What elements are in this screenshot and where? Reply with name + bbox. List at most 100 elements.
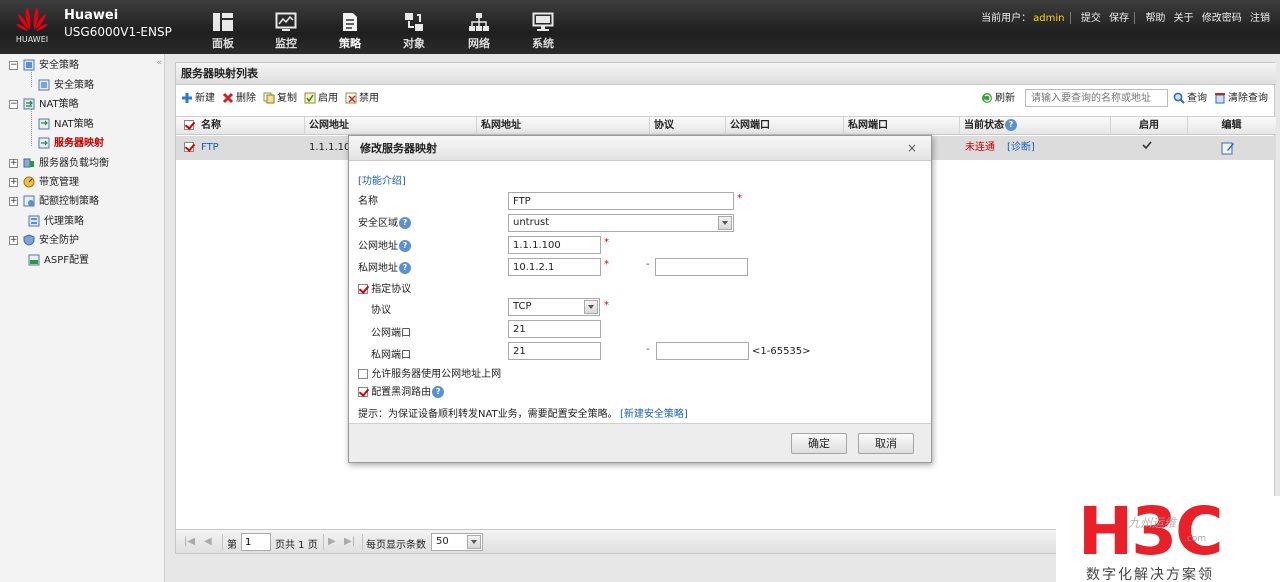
expand-toggle-icon[interactable]: + bbox=[9, 177, 18, 187]
public-port-input[interactable] bbox=[508, 320, 601, 338]
sidebar-item-aspf[interactable]: ASPF配置 bbox=[28, 252, 89, 270]
clear-query-button-label: 清除查询 bbox=[1228, 93, 1268, 104]
sidebar-item-label: ASPF配置 bbox=[44, 255, 89, 266]
specify-protocol-checkbox[interactable] bbox=[358, 284, 368, 294]
search-input[interactable] bbox=[1025, 89, 1168, 107]
new-security-policy-link[interactable]: [新建安全策略] bbox=[620, 405, 688, 420]
sidebar-item-nat-policy[interactable]: − NAT策略 bbox=[9, 96, 79, 114]
next-page-icon[interactable]: ▶ bbox=[328, 536, 336, 547]
name-label: 名称 bbox=[358, 196, 378, 207]
public-address-input[interactable] bbox=[508, 236, 601, 254]
row-name-link[interactable]: FTP bbox=[201, 136, 219, 160]
about-link[interactable]: 关于 bbox=[1174, 13, 1194, 24]
column-header-edit[interactable]: 编辑 bbox=[1187, 117, 1275, 135]
query-button[interactable]: 查询 bbox=[1173, 92, 1207, 106]
name-input[interactable] bbox=[508, 192, 734, 210]
sidebar-item-security-policy-list[interactable]: 安全策略 bbox=[38, 77, 94, 95]
allow-server-public-checkbox[interactable] bbox=[358, 369, 368, 379]
column-header-status[interactable]: 当前状态? bbox=[959, 117, 1017, 135]
logout-link[interactable]: 注销 bbox=[1250, 13, 1270, 24]
column-header-public-port[interactable]: 公网端口 bbox=[725, 117, 770, 135]
delete-button[interactable]: 删除 bbox=[222, 92, 256, 106]
expand-toggle-icon[interactable]: + bbox=[9, 158, 18, 168]
ok-button[interactable]: 确定 bbox=[791, 433, 847, 454]
private-port-end-input[interactable] bbox=[656, 342, 749, 360]
collapse-sidebar-icon[interactable]: « bbox=[156, 58, 162, 68]
check-icon bbox=[1142, 141, 1152, 150]
page-size-select[interactable]: 50 bbox=[431, 533, 483, 551]
private-address-input[interactable] bbox=[508, 258, 601, 276]
expand-toggle-icon[interactable]: + bbox=[9, 235, 18, 245]
nav-monitor[interactable]: 监控 bbox=[263, 12, 309, 50]
checkbox[interactable] bbox=[184, 142, 194, 152]
blackhole-route-option[interactable]: 配置黑洞路由? bbox=[358, 383, 445, 398]
submit-link[interactable]: 提交 bbox=[1081, 13, 1101, 24]
row-edit-button[interactable] bbox=[1221, 141, 1235, 155]
column-header-public-address[interactable]: 公网地址 bbox=[304, 117, 349, 135]
expand-toggle-icon[interactable]: + bbox=[9, 196, 18, 206]
sidebar-item-security-policy[interactable]: − 安全策略 bbox=[9, 57, 79, 75]
public-address-label-text: 公网地址 bbox=[358, 241, 398, 252]
security-zone-select[interactable]: untrust bbox=[508, 214, 734, 232]
new-button[interactable]: 新建 bbox=[181, 92, 215, 106]
checkbox[interactable] bbox=[184, 120, 194, 130]
required-mark: * bbox=[737, 193, 742, 204]
row-checkbox[interactable] bbox=[184, 136, 194, 160]
close-icon[interactable]: × bbox=[905, 140, 919, 156]
last-page-icon[interactable]: ▶| bbox=[344, 536, 355, 547]
nav-label: 监控 bbox=[275, 37, 297, 50]
cancel-button[interactable]: 取消 bbox=[858, 433, 914, 454]
clear-query-button[interactable]: 清除查询 bbox=[1214, 92, 1268, 106]
private-port-input[interactable] bbox=[508, 342, 601, 360]
enable-button[interactable]: 启用 bbox=[304, 92, 338, 106]
sidebar-item-server-mapping[interactable]: 服务器映射 bbox=[38, 135, 104, 153]
private-address-end-input[interactable] bbox=[655, 258, 748, 276]
column-header-protocol[interactable]: 协议 bbox=[649, 117, 674, 135]
column-header-private-address[interactable]: 私网地址 bbox=[476, 117, 521, 135]
nav-network[interactable]: 网络 bbox=[456, 12, 502, 50]
feature-intro-link[interactable]: [功能介绍] bbox=[358, 172, 406, 187]
tip-text: 提示：为保证设备顺利转发NAT业务，需要配置安全策略。 bbox=[358, 409, 618, 420]
help-icon[interactable]: ? bbox=[399, 217, 411, 229]
sidebar-item-security-protection[interactable]: + 安全防护 bbox=[9, 232, 79, 250]
help-icon[interactable]: ? bbox=[432, 386, 445, 398]
sidebar-item-quota-control[interactable]: + 配额控制策略 bbox=[9, 193, 99, 211]
collapse-toggle-icon[interactable]: − bbox=[9, 99, 18, 109]
sidebar-item-server-load-balancing[interactable]: + 服务器负载均衡 bbox=[9, 155, 109, 173]
nav-dashboard[interactable]: 面板 bbox=[200, 12, 246, 50]
specify-protocol-option[interactable]: 指定协议 bbox=[358, 280, 411, 295]
refresh-button[interactable]: 刷新 bbox=[981, 92, 1015, 106]
column-header-name[interactable]: 名称 bbox=[197, 117, 221, 135]
protocol-select[interactable]: TCP bbox=[508, 298, 600, 316]
copy-button[interactable]: 复制 bbox=[263, 92, 297, 106]
help-link[interactable]: 帮助 bbox=[1145, 13, 1165, 24]
collapse-toggle-icon[interactable]: − bbox=[9, 60, 18, 70]
sidebar-item-label: NAT策略 bbox=[39, 99, 79, 110]
save-link[interactable]: 保存 bbox=[1109, 13, 1129, 24]
page-size-value: 50 bbox=[436, 536, 449, 547]
sidebar-item-bandwidth-management[interactable]: + 带宽管理 bbox=[9, 174, 79, 192]
nav-object[interactable]: 对象 bbox=[391, 12, 437, 50]
sidebar-item-nat-policy-list[interactable]: NAT策略 bbox=[38, 116, 94, 134]
nav-policy[interactable]: 策略 bbox=[327, 12, 373, 50]
sidebar-item-label: 配额控制策略 bbox=[39, 196, 99, 207]
refresh-button-label: 刷新 bbox=[995, 93, 1015, 104]
page-number-input[interactable] bbox=[241, 533, 271, 551]
first-page-icon[interactable]: |◀ bbox=[184, 536, 195, 547]
disable-button-label: 禁用 bbox=[359, 93, 379, 104]
column-header-private-port[interactable]: 私网端口 bbox=[843, 117, 888, 135]
help-icon[interactable]: ? bbox=[399, 262, 411, 274]
policy-doc-icon bbox=[38, 79, 50, 91]
disable-button[interactable]: 禁用 bbox=[345, 92, 379, 106]
column-header-enabled[interactable]: 启用 bbox=[1110, 117, 1187, 135]
select-all-checkbox[interactable] bbox=[184, 114, 194, 138]
row-diagnose-link[interactable]: [诊断] bbox=[1007, 136, 1035, 160]
nav-system[interactable]: 系统 bbox=[520, 12, 566, 50]
allow-server-public-option[interactable]: 允许服务器使用公网地址上网 bbox=[358, 365, 501, 380]
sidebar-item-proxy-policy[interactable]: 代理策略 bbox=[28, 213, 84, 231]
help-icon[interactable]: ? bbox=[1005, 119, 1017, 131]
help-icon[interactable]: ? bbox=[399, 240, 411, 252]
prev-page-icon[interactable]: ◀ bbox=[204, 536, 212, 547]
change-password-link[interactable]: 修改密码 bbox=[1202, 13, 1242, 24]
blackhole-route-checkbox[interactable] bbox=[358, 387, 368, 397]
